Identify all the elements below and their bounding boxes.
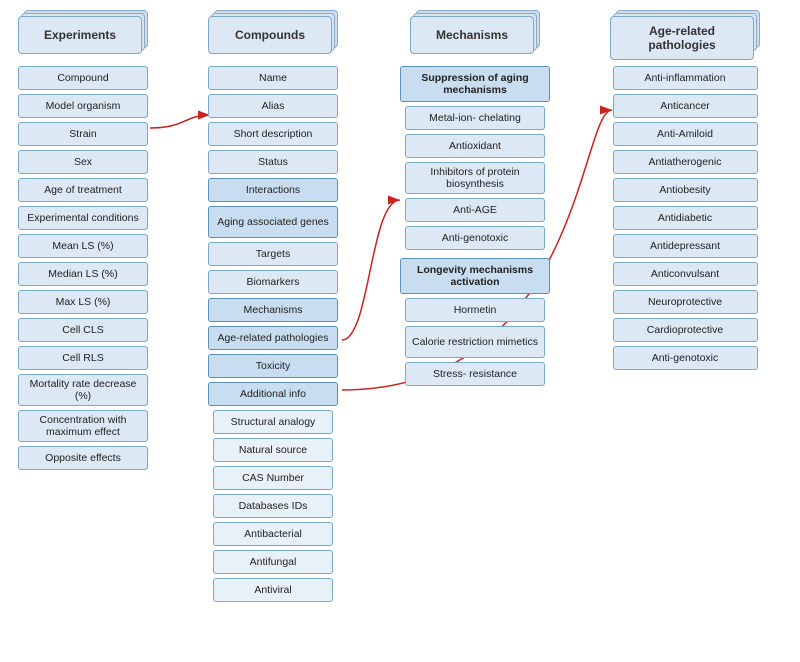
mech-suppression-header[interactable]: Suppression of aging mechanisms bbox=[400, 66, 550, 102]
comp-short-description[interactable]: Short description bbox=[208, 122, 338, 146]
pathologies-column: Age-related pathologies Anti-inflammatio… bbox=[610, 10, 760, 370]
mechanisms-column: Mechanisms Suppression of aging mechanis… bbox=[400, 10, 550, 386]
comp-toxicity[interactable]: Toxicity bbox=[208, 354, 338, 378]
comp-alias[interactable]: Alias bbox=[208, 94, 338, 118]
mech-hormetin[interactable]: Hormetin bbox=[405, 298, 545, 322]
path-antidiabetic[interactable]: Antidiabetic bbox=[613, 206, 758, 230]
path-anti-genotoxic[interactable]: Anti-genotoxic bbox=[613, 346, 758, 370]
comp-antifungal[interactable]: Antifungal bbox=[213, 550, 333, 574]
comp-targets[interactable]: Targets bbox=[208, 242, 338, 266]
mech-metal-ion[interactable]: Metal-ion- chelating bbox=[405, 106, 545, 130]
exp-mortality-rate[interactable]: Mortality rate decrease (%) bbox=[18, 374, 148, 406]
path-anti-amiloid[interactable]: Anti-Amiloid bbox=[613, 122, 758, 146]
path-antiobesity[interactable]: Antiobesity bbox=[613, 178, 758, 202]
comp-additional-info[interactable]: Additional info bbox=[208, 382, 338, 406]
comp-status[interactable]: Status bbox=[208, 150, 338, 174]
compounds-column: Compounds Name Alias Short description S… bbox=[208, 10, 338, 602]
mech-stress-resistance[interactable]: Stress- resistance bbox=[405, 362, 545, 386]
comp-aging-genes[interactable]: Aging associated genes bbox=[208, 206, 338, 238]
exp-age-of-treatment[interactable]: Age of treatment bbox=[18, 178, 148, 202]
mech-anti-genotoxic-s[interactable]: Anti-genotoxic bbox=[405, 226, 545, 250]
compounds-header: Compounds bbox=[208, 10, 338, 54]
diagram-container: Experiments Compound Model organism Stra… bbox=[0, 0, 800, 662]
path-anticancer[interactable]: Anticancer bbox=[613, 94, 758, 118]
mech-inhibitors[interactable]: Inhibitors of protein biosynthesis bbox=[405, 162, 545, 194]
path-neuroprotective[interactable]: Neuroprotective bbox=[613, 290, 758, 314]
exp-cell-rls[interactable]: Cell RLS bbox=[18, 346, 148, 370]
comp-antibacterial[interactable]: Antibacterial bbox=[213, 522, 333, 546]
comp-interactions[interactable]: Interactions bbox=[208, 178, 338, 202]
path-antidepressant[interactable]: Antidepressant bbox=[613, 234, 758, 258]
exp-concentration[interactable]: Concentration with maximum effect bbox=[18, 410, 148, 442]
path-antiatherogenic[interactable]: Antiatherogenic bbox=[613, 150, 758, 174]
exp-compound[interactable]: Compound bbox=[18, 66, 148, 90]
mech-antioxidant[interactable]: Antioxidant bbox=[405, 134, 545, 158]
path-anti-inflammation[interactable]: Anti-inflammation bbox=[613, 66, 758, 90]
comp-natural-source[interactable]: Natural source bbox=[213, 438, 333, 462]
mech-calorie-restriction[interactable]: Calorie restriction mimetics bbox=[405, 326, 545, 358]
experiments-column: Experiments Compound Model organism Stra… bbox=[18, 10, 148, 470]
exp-model-organism[interactable]: Model organism bbox=[18, 94, 148, 118]
mech-longevity-header[interactable]: Longevity mechanisms activation bbox=[400, 258, 550, 294]
comp-cas-number[interactable]: CAS Number bbox=[213, 466, 333, 490]
path-cardioprotective[interactable]: Cardioprotective bbox=[613, 318, 758, 342]
exp-sex[interactable]: Sex bbox=[18, 150, 148, 174]
comp-mechanisms[interactable]: Mechanisms bbox=[208, 298, 338, 322]
comp-age-related-pathologies[interactable]: Age-related pathologies bbox=[208, 326, 338, 350]
exp-experimental-conditions[interactable]: Experimental conditions bbox=[18, 206, 148, 230]
comp-databases-ids[interactable]: Databases IDs bbox=[213, 494, 333, 518]
mechanisms-header: Mechanisms bbox=[410, 10, 540, 54]
mech-anti-age[interactable]: Anti-AGE bbox=[405, 198, 545, 222]
comp-structural-analogy[interactable]: Structural analogy bbox=[213, 410, 333, 434]
exp-median-ls[interactable]: Median LS (%) bbox=[18, 262, 148, 286]
exp-mean-ls[interactable]: Mean LS (%) bbox=[18, 234, 148, 258]
pathologies-header: Age-related pathologies bbox=[610, 10, 760, 54]
exp-opposite-effects[interactable]: Opposite effects bbox=[18, 446, 148, 470]
comp-antiviral[interactable]: Antiviral bbox=[213, 578, 333, 602]
path-anticonvulsant[interactable]: Anticonvulsant bbox=[613, 262, 758, 286]
exp-cell-cls[interactable]: Cell CLS bbox=[18, 318, 148, 342]
comp-biomarkers[interactable]: Biomarkers bbox=[208, 270, 338, 294]
exp-strain[interactable]: Strain bbox=[18, 122, 148, 146]
exp-max-ls[interactable]: Max LS (%) bbox=[18, 290, 148, 314]
experiments-header: Experiments bbox=[18, 10, 148, 54]
comp-name[interactable]: Name bbox=[208, 66, 338, 90]
